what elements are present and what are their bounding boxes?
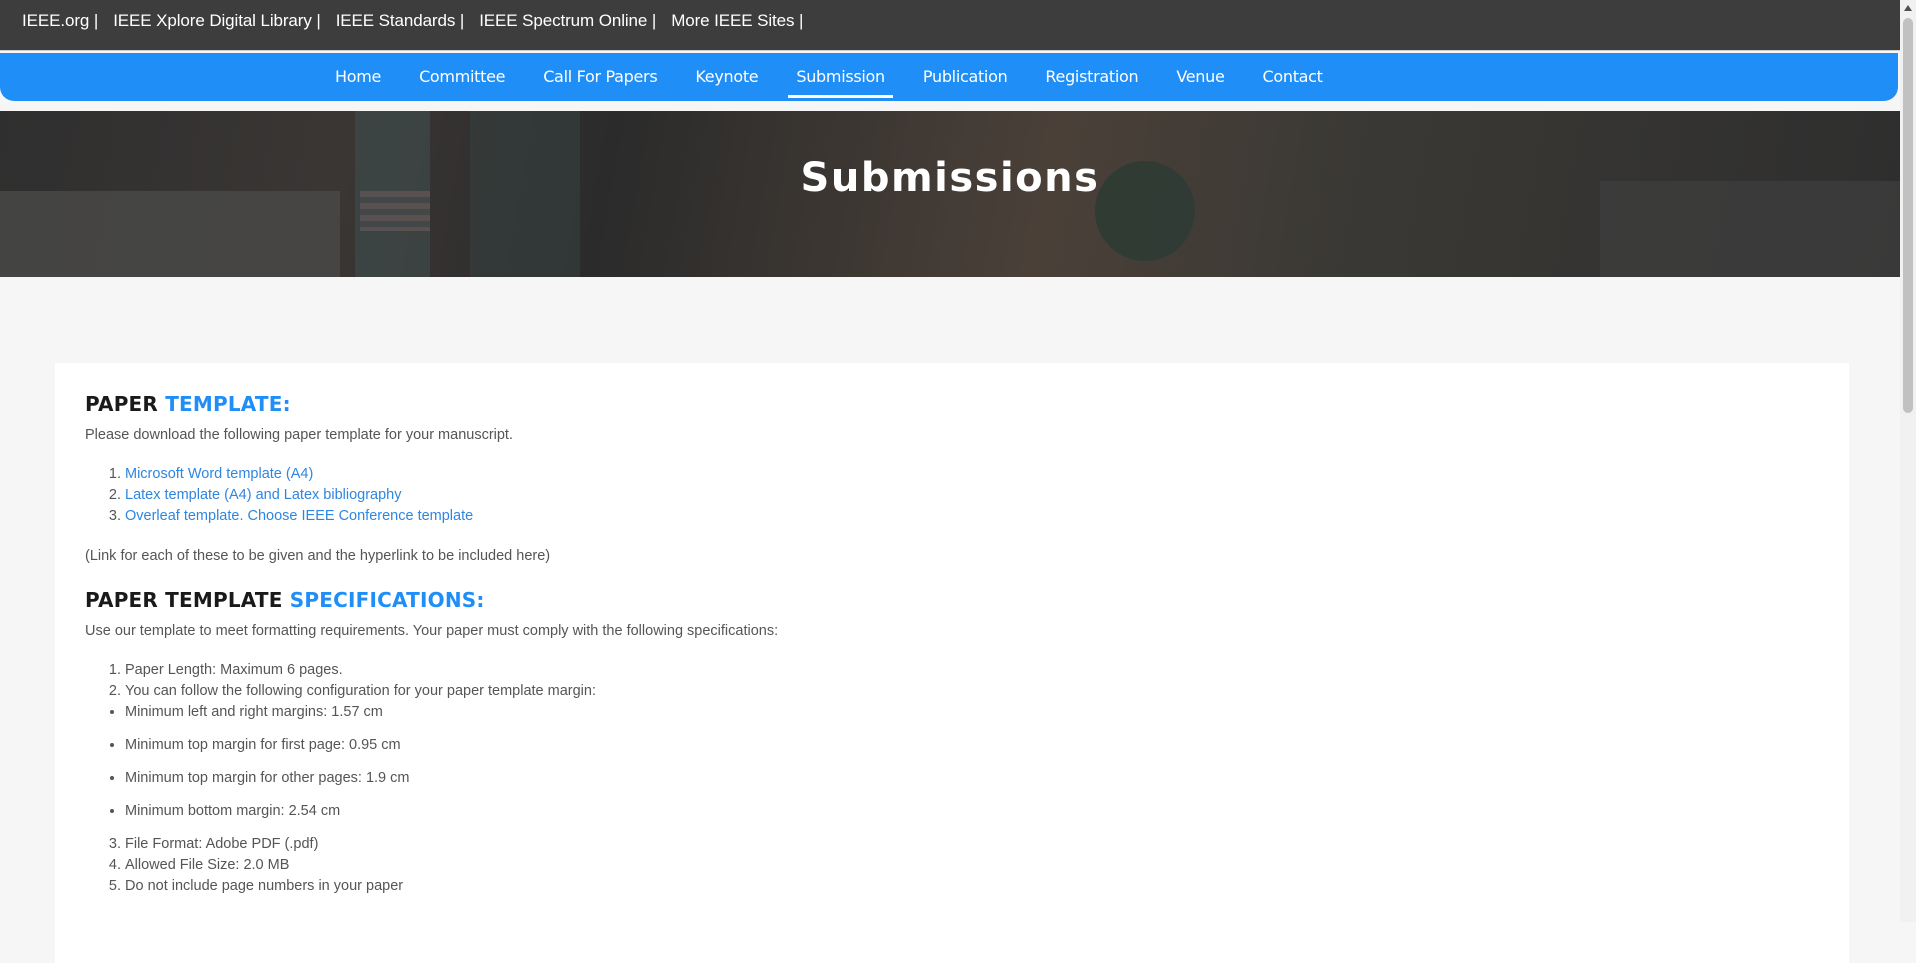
ieee-spectrum-link[interactable]: IEEE Spectrum Online |: [479, 11, 656, 31]
hero-background-shape: [0, 191, 340, 277]
list-item: You can follow the following configurati…: [125, 681, 1785, 702]
template-intro: Please download the following paper temp…: [85, 427, 513, 443]
content-card: PAPER TEMPLATE: Please download the foll…: [55, 363, 1849, 963]
heading-text: PAPER: [85, 392, 166, 416]
page-scrollbar[interactable]: [1900, 0, 1916, 922]
scrollbar-thumb[interactable]: [1903, 18, 1913, 413]
heading-accent-text: SPECIFICATIONS:: [289, 588, 485, 612]
list-item: Microsoft Word template (A4): [125, 464, 1785, 485]
list-item: Minimum bottom margin: 2.54 cm: [125, 801, 1785, 822]
main-nav: Home Committee Call For Papers Keynote S…: [0, 53, 1898, 101]
ieee-xplore-link[interactable]: IEEE Xplore Digital Library |: [113, 11, 321, 31]
specifications-list-continued: File Format: Adobe PDF (.pdf) Allowed Fi…: [85, 834, 1785, 897]
list-item: Minimum top margin for other pages: 1.9 …: [125, 768, 1785, 789]
list-item: Minimum left and right margins: 1.57 cm: [125, 702, 1785, 723]
specifications-intro: Use our template to meet formatting requ…: [85, 623, 779, 639]
list-item: Minimum top margin for first page: 0.95 …: [125, 735, 1785, 756]
nav-registration[interactable]: Registration: [1037, 59, 1146, 95]
word-template-link[interactable]: Microsoft Word template (A4): [125, 466, 313, 482]
list-item: Overleaf template. Choose IEEE Conferenc…: [125, 506, 1785, 527]
nav-call-for-papers[interactable]: Call For Papers: [535, 59, 665, 95]
list-item: Allowed File Size: 2.0 MB: [125, 855, 1785, 876]
page-title: Submissions: [800, 155, 1100, 201]
latex-template-link[interactable]: Latex template (A4) and Latex bibliograp…: [125, 487, 401, 503]
ieee-standards-link[interactable]: IEEE Standards |: [336, 11, 465, 31]
paper-template-heading: PAPER TEMPLATE:: [85, 392, 1785, 416]
specifications-heading: PAPER TEMPLATE SPECIFICATIONS:: [85, 588, 1785, 612]
list-item: File Format: Adobe PDF (.pdf): [125, 834, 1785, 855]
specifications-list: Paper Length: Maximum 6 pages. You can f…: [85, 660, 1785, 702]
template-links-list: Microsoft Word template (A4) Latex templ…: [85, 464, 1785, 527]
nav-keynote[interactable]: Keynote: [687, 59, 766, 95]
nav-contact[interactable]: Contact: [1255, 59, 1331, 95]
nav-venue[interactable]: Venue: [1168, 59, 1232, 95]
scroll-up-arrow-icon[interactable]: [1904, 5, 1912, 11]
margins-list: Minimum left and right margins: 1.57 cm …: [85, 702, 1785, 822]
nav-submission[interactable]: Submission: [788, 59, 893, 98]
hero-banner: Submissions: [0, 111, 1900, 277]
ieee-top-bar: IEEE.org | IEEE Xplore Digital Library |…: [0, 0, 1900, 51]
more-ieee-sites-link[interactable]: More IEEE Sites |: [671, 11, 803, 31]
list-item: Latex template (A4) and Latex bibliograp…: [125, 485, 1785, 506]
overleaf-template-link[interactable]: Overleaf template. Choose IEEE Conferenc…: [125, 508, 473, 524]
nav-home[interactable]: Home: [327, 59, 389, 95]
nav-publication[interactable]: Publication: [915, 59, 1016, 95]
ieee-links: IEEE.org | IEEE Xplore Digital Library |…: [22, 11, 818, 31]
template-note: (Link for each of these to be given and …: [85, 548, 551, 564]
list-item: Do not include page numbers in your pape…: [125, 876, 1785, 897]
list-item: Paper Length: Maximum 6 pages.: [125, 660, 1785, 681]
heading-accent-text: TEMPLATE:: [165, 392, 291, 416]
ieee-org-link[interactable]: IEEE.org |: [22, 11, 98, 31]
nav-committee[interactable]: Committee: [411, 59, 513, 95]
heading-text: PAPER TEMPLATE: [85, 588, 290, 612]
